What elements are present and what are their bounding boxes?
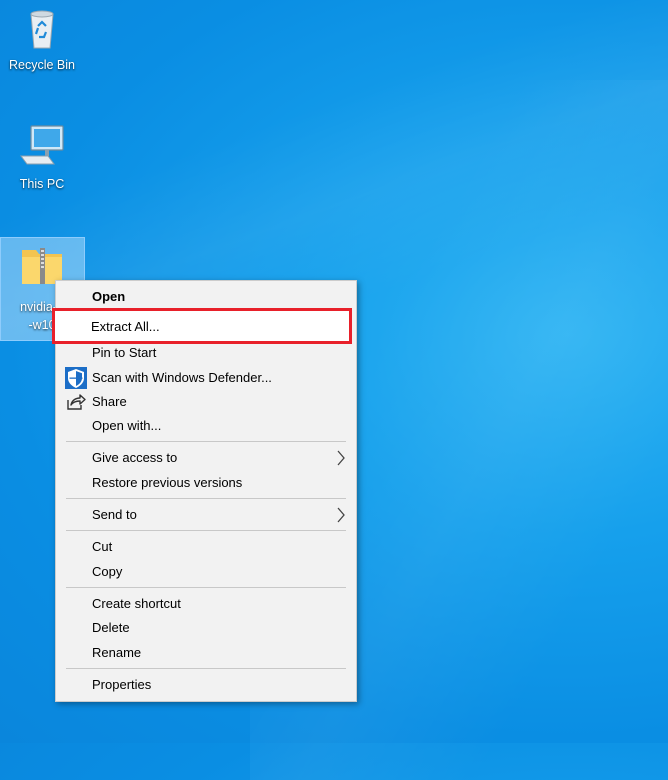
menu-separator (66, 587, 346, 588)
menu-item-label: Rename (92, 645, 142, 660)
menu-item-open[interactable]: Open (56, 285, 356, 309)
recycle-bin-icon (18, 4, 66, 52)
menu-item-label: Open with... (92, 418, 162, 433)
menu-item-label: Restore previous versions (92, 475, 243, 490)
menu-item-delete[interactable]: Delete (56, 616, 356, 640)
desktop-icon-this-pc[interactable]: This PC (0, 123, 84, 191)
menu-item-send-to[interactable]: Send to (56, 503, 356, 527)
menu-item-label: Open (92, 289, 126, 304)
desktop-icon-recycle-bin[interactable]: Recycle Bin (0, 4, 84, 72)
menu-separator (66, 530, 346, 531)
menu-item-copy[interactable]: Copy (56, 560, 356, 584)
share-icon (65, 391, 87, 413)
menu-item-open-with[interactable]: Open with... (56, 414, 356, 438)
computer-icon (18, 123, 66, 171)
menu-separator (66, 668, 346, 669)
menu-item-give-access[interactable]: Give access to (56, 446, 356, 470)
menu-item-label: Give access to (92, 450, 178, 465)
menu-item-cut[interactable]: Cut (56, 535, 356, 559)
menu-separator (66, 441, 346, 442)
windows-defender-icon (65, 367, 87, 389)
menu-item-label: Extract All... (91, 319, 160, 334)
menu-item-label: Properties (92, 677, 152, 692)
menu-item-label: Scan with Windows Defender... (92, 370, 272, 385)
menu-item-scan-defender[interactable]: Scan with Windows Defender... (56, 366, 356, 390)
menu-item-label: Pin to Start (92, 345, 157, 360)
menu-item-label: Delete (92, 620, 130, 635)
chevron-right-icon (336, 449, 346, 472)
menu-item-label: Cut (92, 539, 113, 554)
menu-separator (66, 498, 346, 499)
desktop-icon-label: This PC (19, 177, 65, 191)
menu-item-rename[interactable]: Rename (56, 641, 356, 665)
menu-item-extract-all[interactable]: Extract All... (52, 308, 352, 344)
menu-item-create-shortcut[interactable]: Create shortcut (56, 592, 356, 616)
menu-item-label: Send to (92, 507, 137, 522)
menu-item-pin-to-start[interactable]: Pin to Start (56, 341, 356, 365)
menu-item-label: Create shortcut (92, 596, 181, 611)
menu-item-properties[interactable]: Properties (56, 673, 356, 697)
chevron-right-icon (336, 506, 346, 529)
menu-item-share[interactable]: Share (56, 390, 356, 414)
menu-item-restore-previous[interactable]: Restore previous versions (56, 471, 356, 495)
menu-item-label: Share (92, 394, 127, 409)
desktop-icon-label: Recycle Bin (9, 58, 75, 72)
menu-item-label: Copy (92, 564, 123, 579)
